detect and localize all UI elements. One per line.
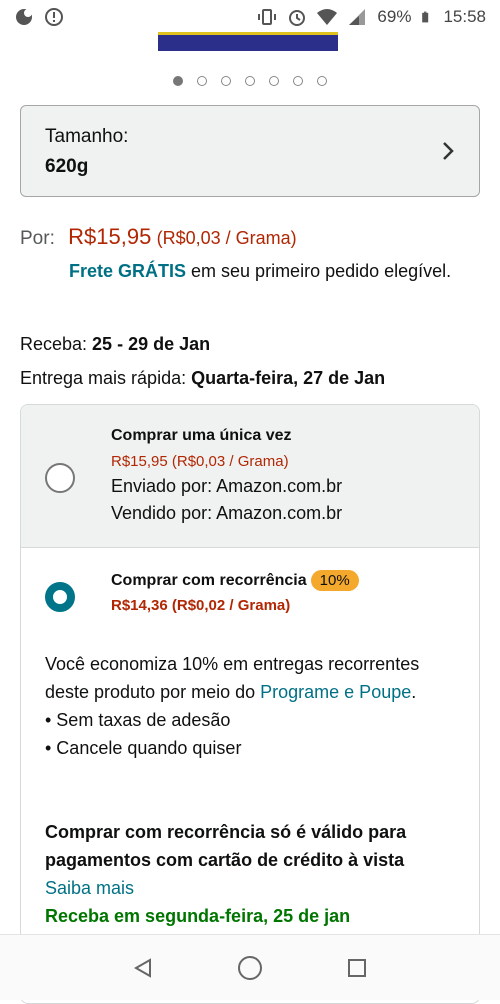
subscribe-details: Comprar com recorrência 10% R$14,36 (R$0,… (111, 570, 359, 614)
bullet-no-fees: • Sem taxas de adesão (45, 710, 231, 730)
carousel-dot[interactable] (197, 76, 207, 86)
carousel-dot-active[interactable] (173, 76, 183, 86)
home-button[interactable] (236, 954, 264, 982)
size-value: 620g (45, 156, 89, 177)
program-link[interactable]: Programe e Poupe (260, 682, 411, 702)
delivery-label: Receba: (20, 334, 88, 354)
delivery-range: Receba: 25 - 29 de Jan (20, 334, 210, 355)
carousel-dot[interactable] (293, 76, 303, 86)
size-selector[interactable]: Tamanho: 620g (20, 105, 480, 197)
product-image[interactable] (158, 32, 338, 51)
bullet-cancel: • Cancele quando quiser (45, 738, 242, 758)
carousel-dot[interactable] (221, 76, 231, 86)
navigation-bar (0, 934, 500, 1000)
option-one-time[interactable]: Comprar uma única vez R$15,95 (R$0,03 / … (21, 405, 479, 548)
battery-icon (422, 11, 429, 23)
home-circle-icon (237, 955, 262, 980)
image-carousel-dots[interactable] (0, 76, 500, 86)
subscribe-radio[interactable] (45, 582, 75, 612)
period: . (411, 682, 417, 702)
fastest-delivery-date: Quarta-feira, 27 de Jan (186, 368, 386, 388)
alarm-icon (289, 10, 306, 26)
free-shipping-link[interactable]: Frete GRÁTIS (69, 261, 186, 281)
price-label: Por: (20, 228, 55, 249)
status-bar: 69% 15:58 (0, 0, 500, 34)
shipping-text: em seu primeiro pedido elegível. (186, 261, 452, 281)
vibrate-icon (258, 9, 277, 25)
carousel-dot[interactable] (245, 76, 255, 86)
sold-by: Vendido por: Amazon.com.br (111, 503, 343, 523)
delivery-dates: 25 - 29 de Jan (87, 334, 211, 354)
discount-badge: 10% (310, 570, 359, 591)
subscribe-description: Você economiza 10% em entregas recorrent… (45, 650, 465, 762)
one-time-title: Comprar uma única vez (111, 427, 292, 444)
battery-percent: 69% (377, 7, 412, 26)
learn-more-link[interactable]: Saiba mais (45, 874, 465, 902)
recents-button[interactable] (343, 954, 371, 982)
back-button[interactable] (129, 954, 157, 982)
carousel-dot[interactable] (317, 76, 327, 86)
one-time-price: R$15,95 (R$0,03 / Grama) (111, 453, 289, 470)
carousel-dot[interactable] (269, 76, 279, 86)
subscribe-warning-block: Comprar com recorrência só é válido para… (45, 818, 465, 930)
price-amount: R$15,95 (68, 224, 152, 249)
subscribe-warning: Comprar com recorrência só é válido para… (45, 822, 407, 870)
price-row: Por: R$15,95 (R$0,03 / Grama) (20, 224, 297, 250)
clock: 15:58 (443, 7, 486, 26)
subscribe-title: Comprar com recorrência (111, 572, 307, 589)
price-per-unit: (R$0,03 / Grama) (156, 228, 297, 248)
one-time-radio[interactable] (45, 463, 75, 493)
shipped-by: Enviado por: Amazon.com.br (111, 476, 343, 496)
subscribe-title-row: Comprar com recorrência 10% (111, 570, 359, 591)
do-not-disturb-icon (16, 9, 32, 25)
signal-icon (349, 9, 366, 25)
shipping-info: Frete GRÁTIS em seu primeiro pedido eleg… (69, 258, 469, 285)
size-label: Tamanho: (45, 126, 129, 147)
purchase-options: Comprar uma única vez R$15,95 (R$0,03 / … (20, 404, 480, 1004)
fastest-delivery: Entrega mais rápida: Quarta-feira, 27 de… (20, 368, 385, 389)
fastest-delivery-label: Entrega mais rápida: (20, 368, 187, 388)
subscribe-delivery: Receba em segunda-feira, 25 de jan (45, 906, 351, 926)
one-time-details: Comprar uma única vez R$15,95 (R$0,03 / … (111, 427, 342, 524)
recents-square-icon (347, 958, 366, 977)
info-icon (45, 8, 63, 26)
chevron-right-icon (443, 142, 454, 160)
wifi-icon (317, 9, 338, 25)
back-triangle-icon (134, 957, 152, 978)
subscribe-price: R$14,36 (R$0,02 / Grama) (111, 597, 291, 614)
